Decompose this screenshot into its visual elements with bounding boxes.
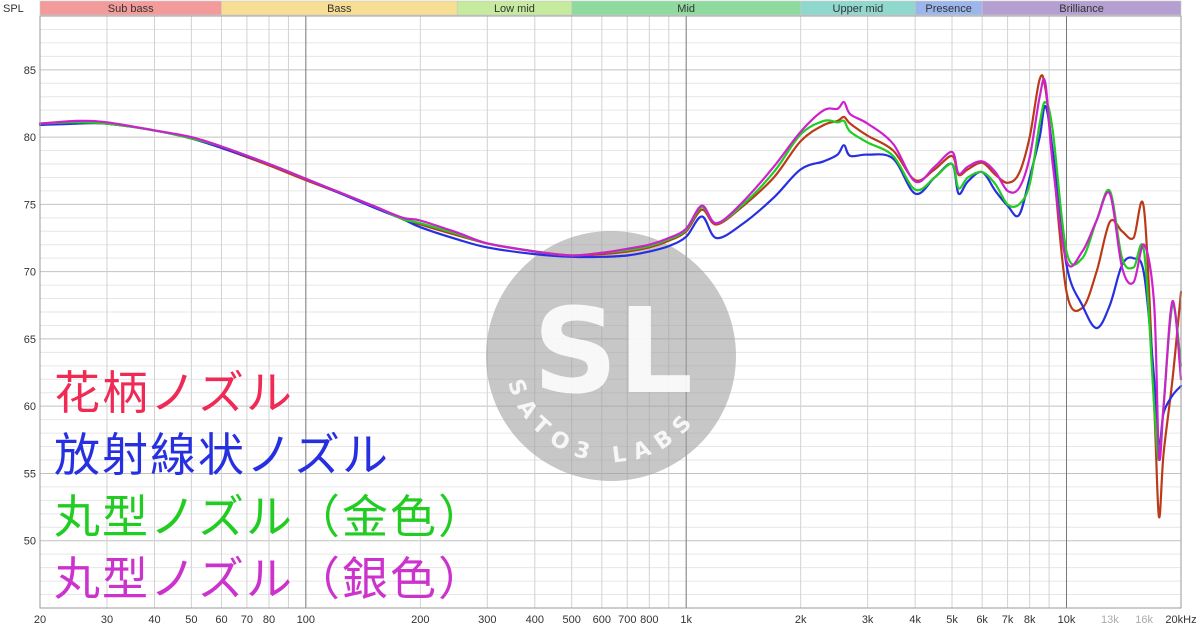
x-tick-label: 300 — [478, 614, 496, 626]
legend-entry: 放射線状ノズル — [54, 428, 390, 482]
band-label: Sub bass — [108, 3, 154, 15]
x-tick-label: 50 — [185, 614, 197, 626]
frequency-bands: Sub bass Bass Low mid Mid Upper mid Presence B… — [39, 0, 1182, 16]
x-tick-label: 100 — [297, 614, 315, 626]
y-axis-label: SPL — [3, 3, 24, 15]
legend-entry: 丸型ノズル（金色） — [54, 490, 486, 544]
x-tick-label: 70 — [241, 614, 253, 626]
y-tick-label: 50 — [24, 536, 36, 548]
x-tick-label: 60 — [215, 614, 227, 626]
y-tick-label: 60 — [24, 401, 36, 413]
x-tick-label: 8k — [1024, 614, 1036, 626]
band-label: Mid — [677, 3, 695, 15]
legend-entry: 花柄ノズル — [54, 366, 294, 420]
x-tick-label: 20 — [34, 614, 46, 626]
band-label: Presence — [925, 3, 971, 15]
legend: 花柄ノズル放射線状ノズル丸型ノズル（金色） 丸型ノズル（銀色） — [54, 362, 486, 610]
x-tick-label: 4k — [909, 614, 921, 626]
x-tick-label: 40 — [148, 614, 160, 626]
x-tick-label: 3k — [862, 614, 874, 626]
y-tick-label: 65 — [24, 334, 36, 346]
x-tick-label: 6k — [976, 614, 988, 626]
watermark-initials: SL — [533, 282, 693, 420]
band-label: Bass — [327, 3, 352, 15]
x-tick-label: 700 — [618, 614, 636, 626]
y-tick-label: 70 — [24, 267, 36, 279]
x-tick-label: 13k — [1101, 614, 1119, 626]
x-tick-label: 200 — [411, 614, 429, 626]
watermark-logo: SLSATO3 LABS — [486, 231, 736, 481]
x-tick-label: 400 — [526, 614, 544, 626]
y-tick-label: 80 — [24, 132, 36, 144]
y-tick-label: 85 — [24, 65, 36, 77]
x-tick-label: 80 — [263, 614, 275, 626]
legend-entry: 丸型ノズル（銀色） — [54, 552, 486, 606]
x-tick-label: 800 — [640, 614, 658, 626]
x-tick-label: 2k — [795, 614, 807, 626]
x-tick-label: 30 — [101, 614, 113, 626]
band-label: Upper mid — [833, 3, 884, 15]
band-label: Brilliance — [1059, 3, 1104, 15]
x-tick-label: 500 — [563, 614, 581, 626]
x-tick-label: 20kHz — [1165, 614, 1196, 626]
y-tick-label: 75 — [24, 199, 36, 211]
x-tick-label: 1k — [680, 614, 692, 626]
x-tick-label: 10k — [1058, 614, 1076, 626]
x-tick-label: 600 — [593, 614, 611, 626]
x-tick-label: 16k — [1135, 614, 1153, 626]
x-tick-label: 5k — [946, 614, 958, 626]
band-label: Low mid — [494, 3, 535, 15]
y-tick-label: 55 — [24, 468, 36, 480]
x-tick-label: 7k — [1002, 614, 1014, 626]
